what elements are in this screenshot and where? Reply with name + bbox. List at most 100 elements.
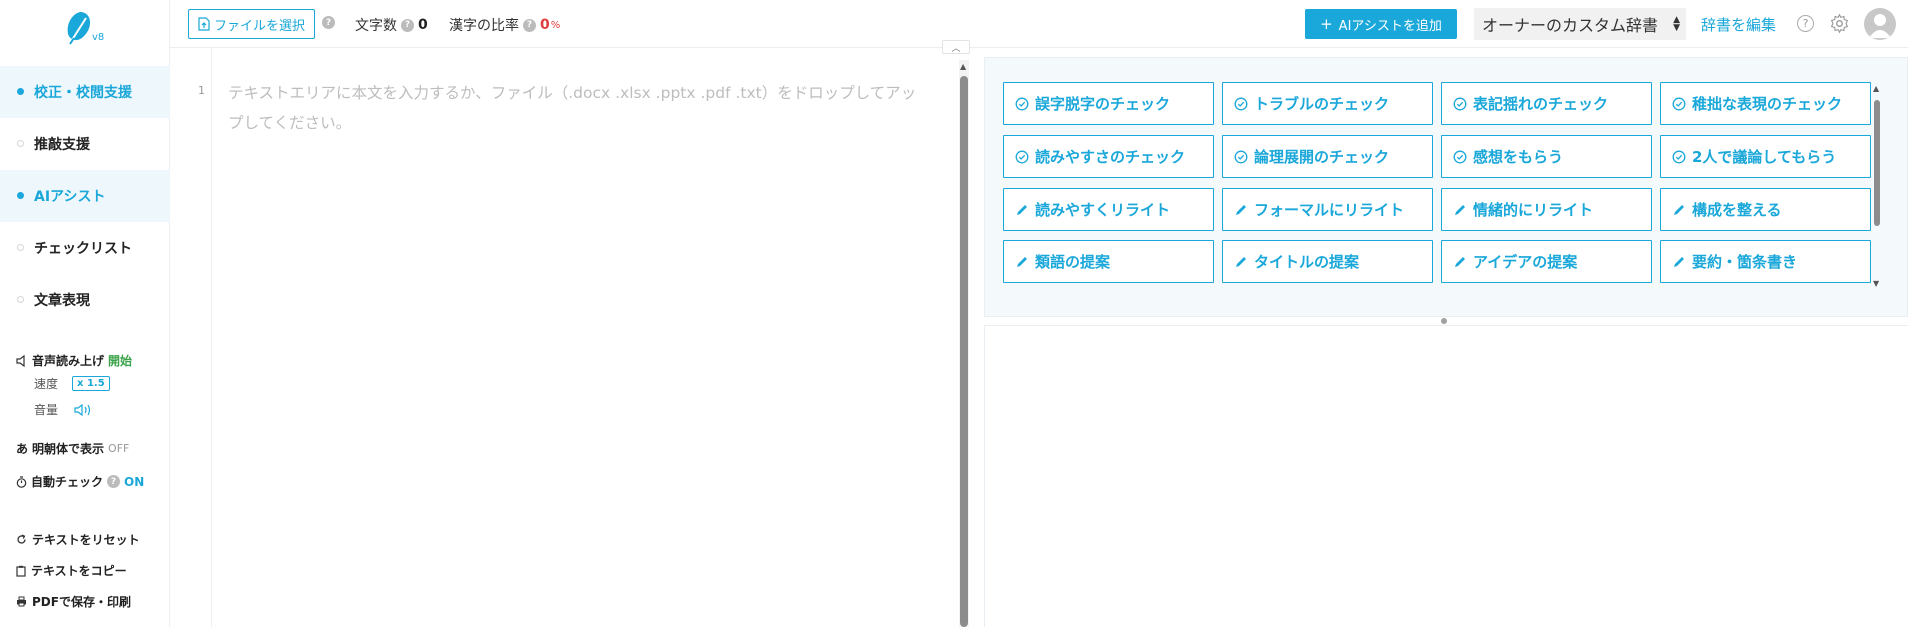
- add-ai-assist-label: AIアシストを追加: [1338, 18, 1442, 34]
- check-circle-icon: [1672, 97, 1686, 110]
- speaker-icon: [16, 354, 25, 367]
- user-avatar[interactable]: [1864, 8, 1896, 40]
- reset-icon: [17, 534, 26, 544]
- nav-indicator: [17, 88, 24, 95]
- sidebar-item-revision[interactable]: 推敲支援: [0, 118, 170, 170]
- ai-assist-button-label: 稚拙な表現のチェック: [1692, 95, 1843, 113]
- select-file-label: ファイルを選択: [214, 18, 306, 34]
- ai-assist-button-label: 読みやすくリライト: [1035, 201, 1171, 219]
- reset-text-button[interactable]: テキストをリセット: [16, 531, 140, 548]
- check-circle-icon: [1234, 97, 1248, 110]
- voice-readout-option: 音声読み上げ 開始: [16, 352, 132, 369]
- ai-assist-button[interactable]: トラブルのチェック: [1222, 82, 1433, 125]
- char-count-help-icon[interactable]: ?: [401, 18, 414, 32]
- kanji-ratio-label: 漢字の比率: [449, 18, 519, 34]
- printer-icon: [17, 596, 26, 607]
- autocheck-toggle[interactable]: 自動チェック ? ON: [16, 473, 144, 490]
- ai-assist-button[interactable]: 論理展開のチェック: [1222, 135, 1433, 178]
- gear-icon[interactable]: [1829, 13, 1850, 34]
- copy-text-button[interactable]: テキストをコピー: [16, 562, 127, 579]
- file-help-icon[interactable]: ?: [322, 16, 335, 29]
- ai-assist-button[interactable]: フォーマルにリライト: [1222, 188, 1433, 231]
- char-count-value: 0: [418, 17, 428, 33]
- ai-assist-button[interactable]: 構成を整える: [1660, 188, 1871, 231]
- ai-assist-button[interactable]: 情緒的にリライト: [1441, 188, 1652, 231]
- pencil-icon: [1017, 204, 1027, 215]
- dictionary-select[interactable]: オーナーのカスタム辞書 ▲ ▼: [1474, 8, 1686, 40]
- scroll-up-icon[interactable]: ▲: [960, 62, 966, 71]
- select-file-button[interactable]: ファイルを選択: [188, 9, 316, 39]
- pdf-print-button[interactable]: PDFで保存・印刷: [16, 593, 131, 610]
- sidebar-item-label: 文章表現: [34, 293, 90, 309]
- volume-icon[interactable]: [74, 403, 94, 416]
- sidebar: v8 校正・校閲支援 推敲支援 AIアシスト チェックリスト 文章表現 音声読み…: [0, 0, 170, 627]
- sidebar-item-label: AIアシスト: [34, 189, 106, 205]
- ai-assist-button-label: 要約・箇条書き: [1692, 253, 1798, 271]
- check-circle-icon: [1015, 97, 1029, 110]
- reset-text-label: テキストをリセット: [32, 533, 140, 547]
- ai-assist-button[interactable]: 要約・箇条書き: [1660, 240, 1871, 283]
- ai-assist-button[interactable]: 2人で議論してもらう: [1660, 135, 1871, 178]
- ai-assist-button[interactable]: 読みやすくリライト: [1003, 188, 1214, 231]
- volume-label: 音量: [34, 403, 59, 417]
- ai-assist-button[interactable]: 類語の提案: [1003, 240, 1214, 283]
- kanji-ratio-help-icon[interactable]: ?: [523, 18, 536, 32]
- ai-assist-button[interactable]: 表記揺れのチェック: [1441, 82, 1652, 125]
- nav-indicator: [17, 192, 24, 199]
- ai-assist-button[interactable]: 読みやすさのチェック: [1003, 135, 1214, 178]
- voice-volume-option: 音量: [34, 401, 94, 418]
- ai-assist-button-label: 論理展開のチェック: [1254, 148, 1390, 166]
- editor-placeholder[interactable]: テキストエリアに本文を入力するか、ファイル（.docx .xlsx .pptx …: [228, 78, 928, 138]
- voice-start-button[interactable]: 開始: [108, 352, 132, 369]
- help-icon[interactable]: ?: [107, 475, 121, 488]
- kanji-ratio-unit: %: [550, 19, 561, 31]
- speed-value-button[interactable]: x 1.5: [72, 376, 110, 391]
- ai-assist-button[interactable]: タイトルの提案: [1222, 240, 1433, 283]
- ai-assist-button-label: フォーマルにリライト: [1254, 201, 1405, 219]
- pencil-icon: [1674, 256, 1684, 267]
- ai-assist-button[interactable]: 誤字脱字のチェック: [1003, 82, 1214, 125]
- check-circle-icon: [1453, 97, 1467, 110]
- ai-assist-button-label: 類語の提案: [1035, 253, 1111, 271]
- mincho-label: 明朝体で表示: [32, 442, 105, 456]
- ai-assist-button[interactable]: アイデアの提案: [1441, 240, 1652, 283]
- pencil-icon: [1236, 204, 1246, 215]
- pencil-icon: [1236, 256, 1246, 267]
- sidebar-item-ai-assist[interactable]: AIアシスト: [0, 170, 170, 222]
- collapse-toolbar-button[interactable]: ︿: [942, 40, 970, 54]
- app-root: v8 校正・校閲支援 推敲支援 AIアシスト チェックリスト 文章表現 音声読み…: [0, 0, 1908, 627]
- scrollbar-thumb[interactable]: [960, 76, 968, 627]
- scroll-up-icon[interactable]: ▲: [1873, 84, 1879, 93]
- logo[interactable]: v8: [64, 10, 110, 50]
- ai-assist-button-label: 2人で議論してもらう: [1692, 148, 1837, 166]
- kanji-ratio-value: 0: [540, 17, 550, 33]
- text-editor[interactable]: 1 テキストエリアに本文を入力するか、ファイル（.docx .xlsx .ppt…: [170, 48, 976, 627]
- sidebar-item-checklist[interactable]: チェックリスト: [0, 222, 170, 274]
- scroll-down-icon[interactable]: ▼: [1873, 279, 1879, 288]
- ai-assist-button[interactable]: 感想をもらう: [1441, 135, 1652, 178]
- ai-panel-scrollbar[interactable]: ▲ ▼: [1872, 84, 1882, 288]
- plus-icon: +: [1320, 15, 1333, 33]
- sidebar-item-label: 校正・校閲支援: [34, 85, 132, 101]
- mincho-toggle[interactable]: あ 明朝体で表示 OFF: [16, 440, 129, 457]
- autocheck-label: 自動チェック: [31, 475, 104, 489]
- check-circle-icon: [1015, 150, 1029, 163]
- panel-resize-handle[interactable]: [1441, 318, 1447, 324]
- ai-assist-button-label: 読みやすさのチェック: [1035, 148, 1186, 166]
- pencil-icon: [1455, 204, 1465, 215]
- add-ai-assist-button[interactable]: + AIアシストを追加: [1305, 9, 1457, 39]
- voice-readout-label: 音声読み上げ: [32, 354, 105, 368]
- editor-scrollbar[interactable]: ▲: [959, 60, 969, 627]
- sidebar-item-label: 推敲支援: [34, 137, 90, 153]
- chevron-up-icon: ︿: [951, 43, 961, 54]
- ai-assist-button[interactable]: 稚拙な表現のチェック: [1660, 82, 1871, 125]
- edit-dictionary-link[interactable]: 辞書を編集: [1701, 14, 1776, 35]
- sidebar-item-proofreading[interactable]: 校正・校閲支援: [0, 66, 170, 118]
- help-icon[interactable]: ?: [1797, 15, 1814, 32]
- char-count: 文字数 ? 0: [355, 15, 428, 35]
- char-count-label: 文字数: [355, 18, 397, 34]
- sidebar-item-expression[interactable]: 文章表現: [0, 274, 170, 326]
- timer-icon: [16, 475, 27, 488]
- scrollbar-thumb[interactable]: [1874, 100, 1880, 226]
- pdf-print-label: PDFで保存・印刷: [32, 595, 131, 609]
